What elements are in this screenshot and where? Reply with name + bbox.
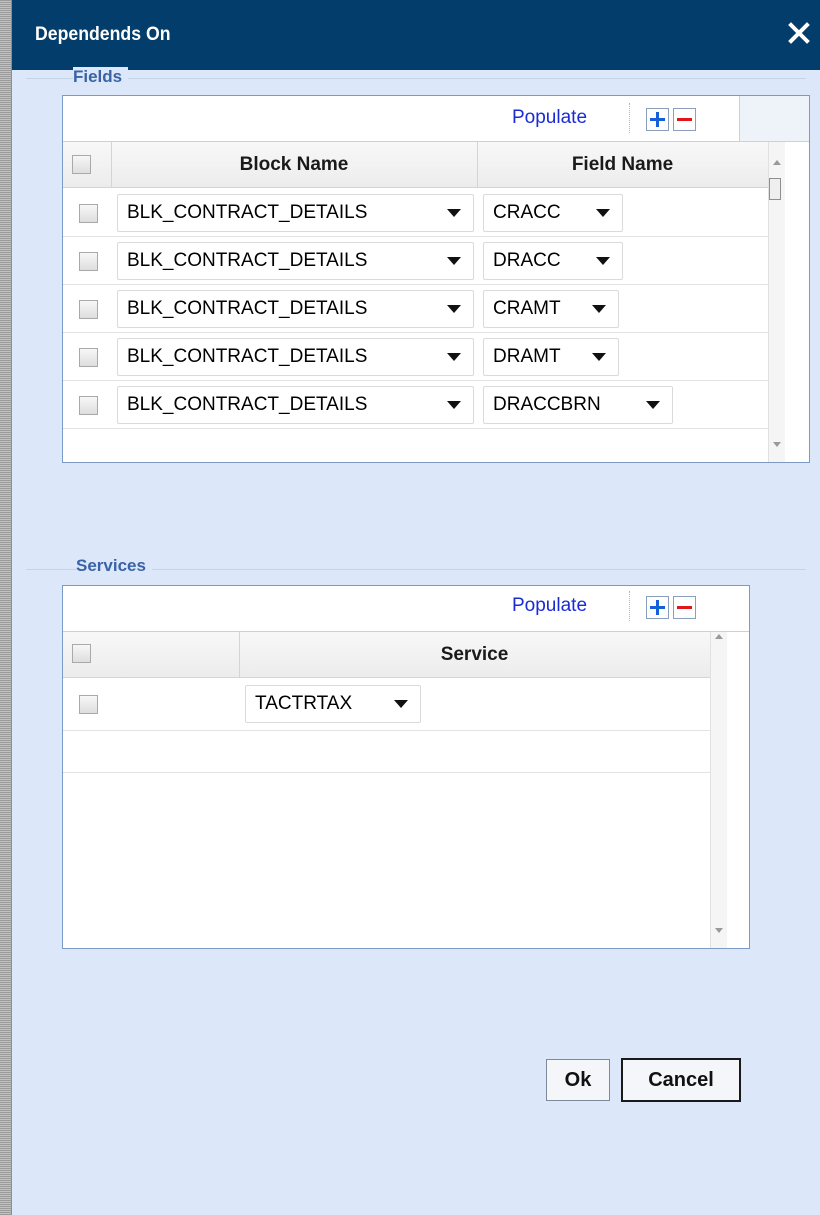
row-checkbox[interactable] <box>79 348 98 367</box>
service-select[interactable]: TACTRTAX <box>245 685 421 723</box>
services-vertical-scrollbar[interactable] <box>710 632 727 948</box>
dependends-on-dialog: Dependends On Fields Populate Block Name… <box>11 0 820 1215</box>
table-row: TACTRTAX <box>63 679 710 731</box>
plus-icon <box>650 112 665 127</box>
services-grid: Populate Service TACTRTAX <box>62 585 750 949</box>
services-legend: Services <box>76 556 152 576</box>
row-checkbox[interactable] <box>79 396 98 415</box>
scroll-down-icon[interactable] <box>773 442 781 447</box>
field-name-select[interactable]: DRACCBRN <box>483 386 673 424</box>
table-row: BLK_CONTRACT_DETAILS DRACCBRN <box>63 381 768 429</box>
chevron-down-icon <box>592 305 606 313</box>
fields-remove-button[interactable] <box>673 108 696 131</box>
table-row: BLK_CONTRACT_DETAILS DRAMT <box>63 333 768 381</box>
column-header-field-name[interactable]: Field Name <box>477 154 768 176</box>
fields-toolbar: Populate <box>63 96 809 142</box>
table-row: BLK_CONTRACT_DETAILS CRAMT <box>63 285 768 333</box>
services-header-row: Service <box>63 632 710 678</box>
close-icon[interactable] <box>784 18 814 48</box>
fields-vertical-scrollbar[interactable] <box>768 142 785 462</box>
scroll-down-icon[interactable] <box>715 928 723 933</box>
chevron-down-icon <box>596 209 610 217</box>
field-name-select[interactable]: CRACC <box>483 194 623 232</box>
chevron-down-icon <box>447 305 461 313</box>
field-name-select[interactable]: DRAMT <box>483 338 619 376</box>
toolbar-separator <box>629 591 630 621</box>
chevron-down-icon <box>447 401 461 409</box>
ok-button[interactable]: Ok <box>546 1059 610 1101</box>
plus-icon <box>650 600 665 615</box>
block-name-select[interactable]: BLK_CONTRACT_DETAILS <box>117 338 474 376</box>
row-checkbox[interactable] <box>79 252 98 271</box>
fields-toolbar-panel: Populate <box>63 96 740 142</box>
block-name-select[interactable]: BLK_CONTRACT_DETAILS <box>117 242 474 280</box>
row-checkbox[interactable] <box>79 300 98 319</box>
minus-icon <box>677 606 692 609</box>
scrollbar-thumb[interactable] <box>769 178 781 200</box>
services-toolbar: Populate <box>63 586 749 632</box>
window-edge <box>0 0 11 1215</box>
services-add-button[interactable] <box>646 596 669 619</box>
table-row: BLK_CONTRACT_DETAILS CRACC <box>63 189 768 237</box>
field-name-select[interactable]: DRACC <box>483 242 623 280</box>
column-header-service[interactable]: Service <box>239 644 710 666</box>
fields-legend: Fields <box>73 67 129 87</box>
block-name-select[interactable]: BLK_CONTRACT_DETAILS <box>117 290 474 328</box>
scroll-up-icon[interactable] <box>715 634 723 639</box>
chevron-down-icon <box>646 401 660 409</box>
services-remove-button[interactable] <box>673 596 696 619</box>
scroll-up-icon[interactable] <box>773 160 781 165</box>
cancel-button[interactable]: Cancel <box>621 1058 741 1102</box>
fields-populate-link[interactable]: Populate <box>512 107 587 129</box>
chevron-down-icon <box>394 700 408 708</box>
fields-header-row: Block Name Field Name <box>63 142 768 188</box>
fields-select-all-checkbox[interactable] <box>72 155 91 174</box>
minus-icon <box>677 118 692 121</box>
services-select-all-checkbox[interactable] <box>72 644 91 663</box>
fields-add-button[interactable] <box>646 108 669 131</box>
column-header-block-name[interactable]: Block Name <box>111 154 477 176</box>
block-name-select[interactable]: BLK_CONTRACT_DETAILS <box>117 194 474 232</box>
chevron-down-icon <box>447 257 461 265</box>
block-name-select[interactable]: BLK_CONTRACT_DETAILS <box>117 386 474 424</box>
row-checkbox[interactable] <box>79 204 98 223</box>
table-row-empty <box>63 731 710 773</box>
dialog-title: Dependends On <box>35 24 171 45</box>
fields-legend-rule <box>26 78 806 79</box>
field-name-select[interactable]: CRAMT <box>483 290 619 328</box>
title-bar: Dependends On <box>12 0 820 70</box>
fields-grid: Populate Block Name Field Name BLK_CONTR… <box>62 95 810 463</box>
chevron-down-icon <box>447 353 461 361</box>
chevron-down-icon <box>447 209 461 217</box>
row-checkbox[interactable] <box>79 695 98 714</box>
services-populate-link[interactable]: Populate <box>512 595 587 617</box>
table-row: BLK_CONTRACT_DETAILS DRACC <box>63 237 768 285</box>
chevron-down-icon <box>596 257 610 265</box>
toolbar-separator <box>629 103 630 133</box>
chevron-down-icon <box>592 353 606 361</box>
